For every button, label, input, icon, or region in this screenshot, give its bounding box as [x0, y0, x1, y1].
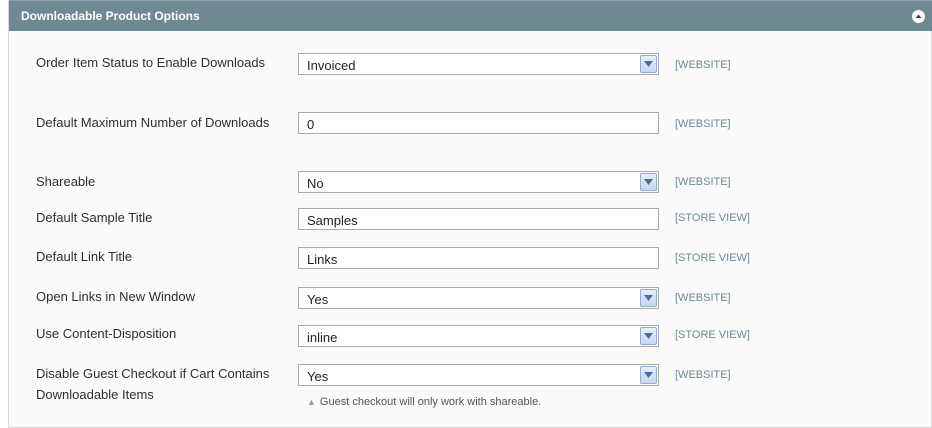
- collapse-icon[interactable]: [912, 10, 925, 23]
- order-item-status-select[interactable]: Invoiced: [298, 53, 659, 75]
- scope-label: [STORE VIEW]: [675, 329, 750, 341]
- label-disable-guest-checkout: Disable Guest Checkout if Cart Contains …: [36, 366, 270, 402]
- scope-label: [STORE VIEW]: [675, 212, 750, 224]
- select-value: inline: [307, 330, 338, 345]
- downloadable-options-panel: Downloadable Product Options Order Item …: [8, 0, 932, 428]
- input-value: 0: [307, 117, 315, 132]
- label-content-disposition: Use Content-Disposition: [36, 326, 177, 341]
- scope-label: [WEBSITE]: [675, 369, 731, 381]
- chevron-down-icon[interactable]: [640, 173, 657, 191]
- input-value: Samples: [307, 213, 358, 228]
- triangle-up-icon: ▲: [307, 397, 316, 407]
- scope-label: [WEBSITE]: [675, 118, 731, 130]
- select-value: Yes: [307, 369, 329, 384]
- section-title: Downloadable Product Options: [21, 9, 200, 23]
- label-order-item-status: Order Item Status to Enable Downloads: [36, 55, 266, 70]
- chevron-down-icon[interactable]: [640, 327, 657, 345]
- section-header[interactable]: Downloadable Product Options: [9, 0, 932, 31]
- label-max-downloads: Default Maximum Number of Downloads: [36, 115, 270, 130]
- label-shareable: Shareable: [36, 174, 96, 189]
- select-value: Yes: [307, 292, 329, 307]
- max-downloads-input[interactable]: 0: [298, 112, 659, 134]
- open-new-window-select[interactable]: Yes: [298, 287, 659, 309]
- label-sample-title: Default Sample Title: [36, 210, 153, 225]
- link-title-input[interactable]: Links: [298, 247, 659, 269]
- shareable-select[interactable]: No: [298, 171, 659, 193]
- chevron-down-icon[interactable]: [640, 55, 657, 73]
- scope-label: [WEBSITE]: [675, 292, 731, 304]
- chevron-down-icon[interactable]: [640, 289, 657, 307]
- scope-label: [WEBSITE]: [675, 176, 731, 188]
- scope-label: [WEBSITE]: [675, 59, 731, 71]
- label-link-title: Default Link Title: [36, 249, 133, 264]
- hint-text: Guest checkout will only work with share…: [319, 396, 542, 408]
- label-open-new-window: Open Links in New Window: [36, 289, 195, 304]
- content-disposition-select[interactable]: inline: [298, 325, 659, 347]
- input-value: Links: [307, 252, 338, 267]
- select-value: No: [307, 176, 324, 191]
- disable-guest-checkout-select[interactable]: Yes: [298, 364, 659, 386]
- sample-title-input[interactable]: Samples: [298, 208, 659, 230]
- select-value: Invoiced: [307, 58, 356, 73]
- scope-label: [STORE VIEW]: [675, 252, 750, 264]
- chevron-down-icon[interactable]: [640, 366, 657, 384]
- guest-checkout-hint: ▲ Guest checkout will only work with shar…: [307, 396, 541, 408]
